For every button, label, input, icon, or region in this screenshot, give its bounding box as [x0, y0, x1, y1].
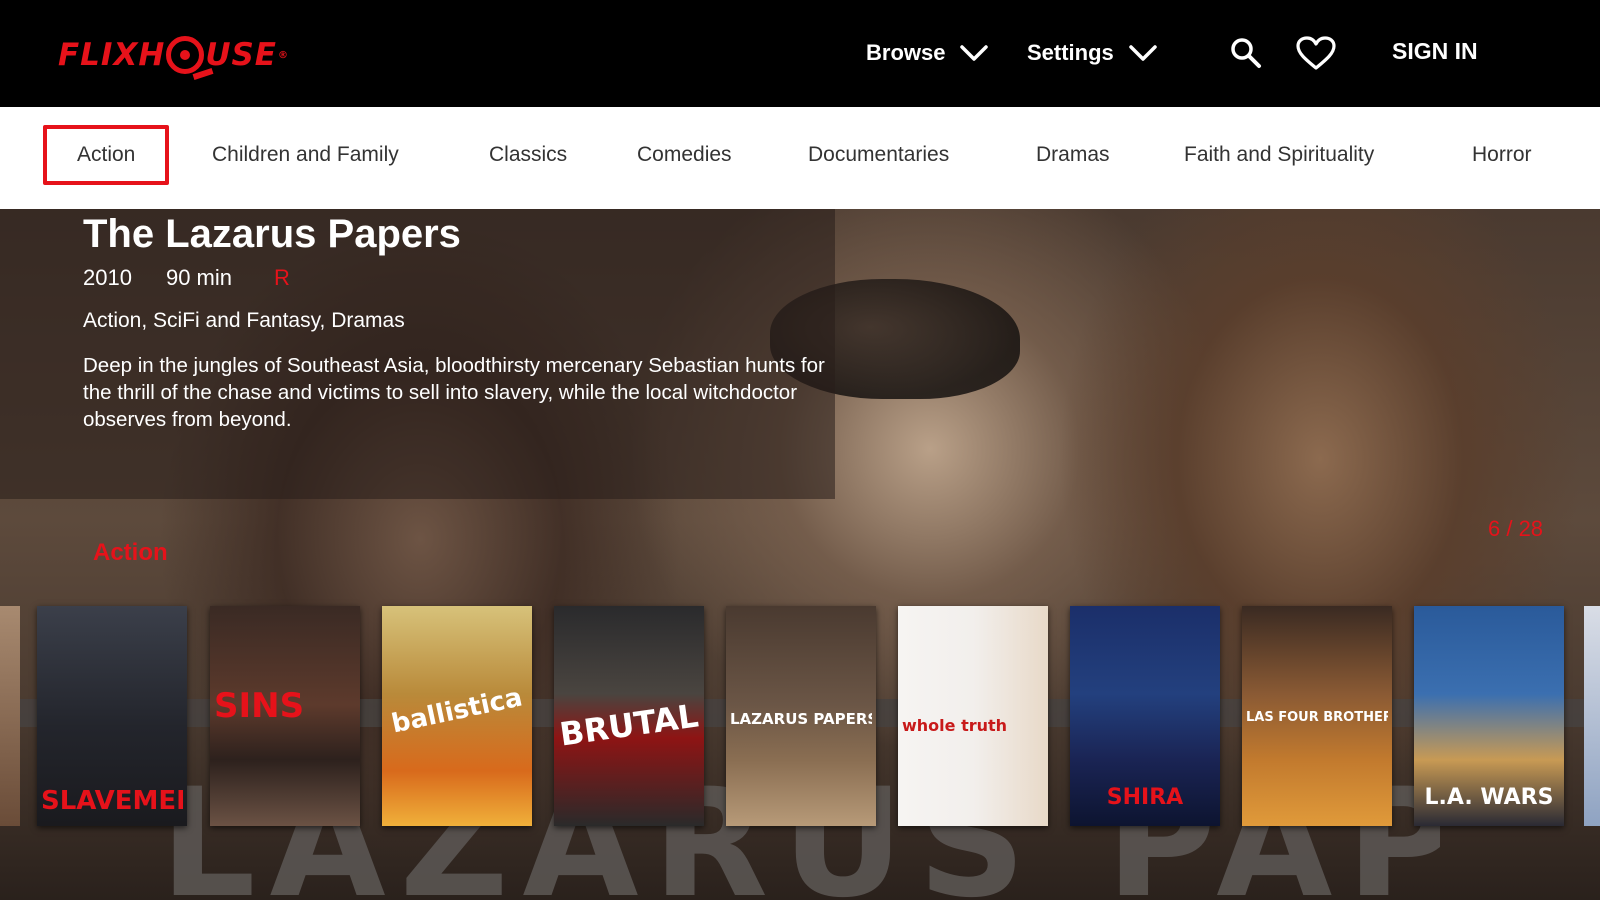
poster-card[interactable]: LAS FOUR BROTHERS: [1242, 606, 1392, 826]
search-icon[interactable]: [1229, 36, 1263, 70]
heart-icon[interactable]: [1295, 35, 1337, 71]
logo-text-left: FLIXH: [58, 37, 166, 73]
poster-title: L.A. WARS: [1424, 785, 1554, 810]
poster-title: whole truth: [902, 716, 1008, 735]
featured-rating: R: [274, 265, 290, 290]
featured-genres: Action, SciFi and Fantasy, Dramas: [83, 309, 405, 332]
genre-tab-faith-and-spirituality[interactable]: Faith and Spirituality: [1184, 137, 1374, 173]
poster-card[interactable]: SINS: [210, 606, 360, 826]
poster-title: SINS: [214, 686, 305, 726]
poster-title: LAZARUS PAPERS: [730, 710, 872, 728]
flixhouse-logo[interactable]: FLIXH USE ®: [58, 30, 289, 80]
poster-card[interactable]: ballistica: [382, 606, 532, 826]
logo-ring-icon: [166, 36, 205, 74]
featured-description: Deep in the jungles of Southeast Asia, b…: [83, 354, 825, 431]
poster-title: BRUTAL: [557, 696, 701, 754]
poster-card[interactable]: SHIRA: [1070, 606, 1220, 826]
genre-tab-dramas[interactable]: Dramas: [1036, 137, 1110, 173]
poster-partial-left[interactable]: [0, 606, 20, 826]
browse-label: Browse: [866, 40, 946, 65]
featured-meta: 2010 90 min R: [83, 265, 290, 291]
poster-title: ballistica: [388, 682, 525, 740]
settings-label: Settings: [1027, 40, 1114, 65]
featured-title: The Lazarus Papers: [83, 212, 461, 256]
genre-tab-documentaries[interactable]: Documentaries: [808, 137, 949, 173]
featured-year: 2010: [83, 265, 132, 290]
browse-dropdown[interactable]: Browse: [866, 33, 989, 73]
top-header: FLIXH USE ® Browse Settings SIGN IN: [0, 0, 1600, 107]
poster-card[interactable]: whole truth: [898, 606, 1048, 826]
poster-card[interactable]: BRUTAL: [554, 606, 704, 826]
poster-title: LAS FOUR BROTHERS: [1246, 710, 1388, 725]
featured-hero: The Lazarus Papers 2010 90 min R Action,…: [0, 209, 1600, 900]
logo-text-right: USE: [205, 37, 277, 73]
genre-tab-classics[interactable]: Classics: [489, 137, 567, 173]
genre-tab-comedies[interactable]: Comedies: [637, 137, 732, 173]
genre-bar: Action Children and Family Classics Come…: [0, 107, 1600, 209]
row-counter: 6 / 28: [1488, 516, 1544, 541]
poster-title: SHIRA: [1106, 785, 1184, 810]
featured-runtime: 90 min: [165, 265, 232, 290]
sign-in-link[interactable]: SIGN IN: [1392, 38, 1478, 65]
settings-dropdown[interactable]: Settings: [1027, 33, 1158, 73]
poster-partial-right[interactable]: [1584, 606, 1600, 826]
poster-title: SLAVEMEN: [41, 786, 183, 816]
logo-registered-mark: ®: [278, 49, 289, 61]
poster-card[interactable]: LAZARUS PAPERS: [726, 606, 876, 826]
genre-tab-children-and-family[interactable]: Children and Family: [212, 137, 399, 173]
chevron-down-icon: [960, 45, 989, 61]
row-label: Action: [93, 539, 168, 566]
chevron-down-icon: [1129, 45, 1157, 61]
genre-tab-action[interactable]: Action: [43, 125, 170, 185]
poster-card[interactable]: L.A. WARS: [1414, 606, 1564, 826]
poster-card[interactable]: SLAVEMEN: [37, 606, 187, 826]
genre-tab-horror[interactable]: Horror: [1472, 137, 1532, 173]
